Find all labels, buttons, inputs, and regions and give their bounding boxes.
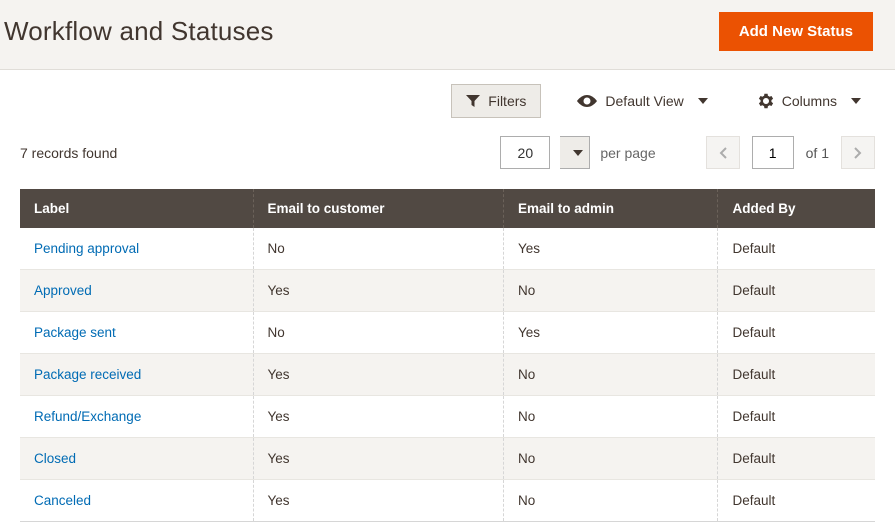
cell-added-by: Default bbox=[718, 396, 875, 438]
table-row: Refund/Exchange YesNoDefault bbox=[20, 396, 875, 438]
status-grid: Label Email to customer Email to admin A… bbox=[20, 189, 875, 522]
next-page-button[interactable] bbox=[841, 136, 875, 169]
pager-bar: 7 records found per page of 1 bbox=[0, 126, 895, 189]
status-link[interactable]: Package received bbox=[34, 367, 141, 382]
gear-icon bbox=[758, 93, 774, 109]
cell-label: Refund/Exchange bbox=[20, 396, 253, 438]
add-new-status-button[interactable]: Add New Status bbox=[719, 12, 873, 51]
pager-controls: per page of 1 bbox=[500, 136, 875, 169]
status-link[interactable]: Package sent bbox=[34, 325, 116, 340]
per-page-label: per page bbox=[600, 145, 655, 161]
per-page-group: per page bbox=[500, 136, 655, 169]
caret-down-icon bbox=[698, 98, 708, 104]
filters-label: Filters bbox=[488, 93, 526, 109]
cell-label: Closed bbox=[20, 438, 253, 480]
cell-label: Pending approval bbox=[20, 228, 253, 270]
cell-added-by: Default bbox=[718, 354, 875, 396]
per-page-input[interactable] bbox=[500, 136, 550, 169]
cell-email-admin: Yes bbox=[504, 312, 718, 354]
status-link[interactable]: Approved bbox=[34, 283, 92, 298]
cell-label: Approved bbox=[20, 270, 253, 312]
status-link[interactable]: Closed bbox=[34, 451, 76, 466]
columns-label: Columns bbox=[782, 93, 837, 109]
table-header-row: Label Email to customer Email to admin A… bbox=[20, 189, 875, 228]
columns-button[interactable]: Columns bbox=[744, 85, 875, 117]
cell-email-admin: No bbox=[504, 480, 718, 522]
cell-added-by: Default bbox=[718, 312, 875, 354]
status-link[interactable]: Pending approval bbox=[34, 241, 139, 256]
status-link[interactable]: Refund/Exchange bbox=[34, 409, 141, 424]
table-row: Closed YesNoDefault bbox=[20, 438, 875, 480]
chevron-right-icon bbox=[854, 147, 862, 159]
cell-added-by: Default bbox=[718, 438, 875, 480]
col-header-added-by[interactable]: Added By bbox=[718, 189, 875, 228]
col-header-label[interactable]: Label bbox=[20, 189, 253, 228]
cell-email-customer: Yes bbox=[253, 480, 504, 522]
grid-toolbar: Filters Default View Columns bbox=[0, 70, 895, 126]
cell-label: Package received bbox=[20, 354, 253, 396]
total-pages: 1 bbox=[821, 145, 829, 161]
default-view-label: Default View bbox=[605, 93, 683, 109]
cell-label: Canceled bbox=[20, 480, 253, 522]
of-label: of bbox=[806, 145, 818, 161]
funnel-icon bbox=[466, 95, 480, 108]
grid-table-wrap: Label Email to customer Email to admin A… bbox=[0, 189, 895, 532]
cell-email-customer: Yes bbox=[253, 396, 504, 438]
cell-email-customer: Yes bbox=[253, 270, 504, 312]
default-view-button[interactable]: Default View bbox=[563, 85, 721, 117]
table-row: Approved YesNoDefault bbox=[20, 270, 875, 312]
cell-added-by: Default bbox=[718, 270, 875, 312]
filters-button[interactable]: Filters bbox=[451, 84, 541, 118]
caret-down-icon bbox=[573, 150, 583, 156]
chevron-left-icon bbox=[719, 147, 727, 159]
cell-added-by: Default bbox=[718, 228, 875, 270]
cell-email-admin: Yes bbox=[504, 228, 718, 270]
prev-page-button[interactable] bbox=[706, 136, 740, 169]
cell-email-admin: No bbox=[504, 270, 718, 312]
col-header-email-customer[interactable]: Email to customer bbox=[253, 189, 504, 228]
page-title: Workflow and Statuses bbox=[4, 16, 274, 47]
records-count: 7 records found bbox=[20, 145, 117, 161]
page-of-total: of 1 bbox=[806, 145, 829, 161]
cell-email-customer: Yes bbox=[253, 354, 504, 396]
cell-email-admin: No bbox=[504, 354, 718, 396]
table-row: Canceled YesNoDefault bbox=[20, 480, 875, 522]
cell-email-customer: Yes bbox=[253, 438, 504, 480]
caret-down-icon bbox=[851, 98, 861, 104]
cell-email-admin: No bbox=[504, 396, 718, 438]
cell-email-admin: No bbox=[504, 438, 718, 480]
col-header-email-admin[interactable]: Email to admin bbox=[504, 189, 718, 228]
page-header: Workflow and Statuses Add New Status bbox=[0, 0, 895, 70]
cell-email-customer: No bbox=[253, 228, 504, 270]
table-row: Package received YesNoDefault bbox=[20, 354, 875, 396]
cell-added-by: Default bbox=[718, 480, 875, 522]
cell-label: Package sent bbox=[20, 312, 253, 354]
page-navigation: of 1 bbox=[706, 136, 875, 169]
eye-icon bbox=[577, 95, 597, 107]
table-row: Pending approval NoYesDefault bbox=[20, 228, 875, 270]
per-page-dropdown-toggle[interactable] bbox=[560, 136, 590, 169]
table-row: Package sent NoYesDefault bbox=[20, 312, 875, 354]
cell-email-customer: No bbox=[253, 312, 504, 354]
status-link[interactable]: Canceled bbox=[34, 493, 91, 508]
current-page-input[interactable] bbox=[752, 136, 794, 169]
